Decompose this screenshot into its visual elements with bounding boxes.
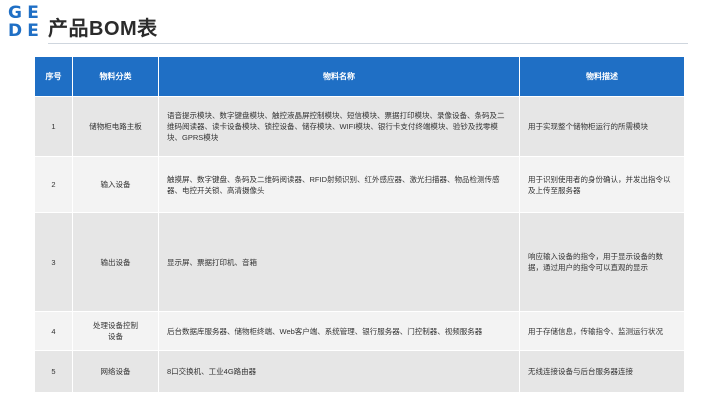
header-desc: 物料描述 bbox=[519, 56, 685, 97]
cell-name: 触摸屏、数字键盘、条码及二维码阅读器、RFID射频识别、红外感应器、激光扫描器、… bbox=[158, 156, 520, 213]
table-header-row: 序号 物料分类 物料名称 物料描述 bbox=[34, 56, 685, 97]
gede-logo: G E D E bbox=[6, 4, 42, 40]
bom-table: 序号 物料分类 物料名称 物料描述 1 储物柜电路主板 语音提示模块、数字键盘模… bbox=[34, 56, 685, 393]
cell-desc: 用于实现整个储物柜运行的所需模块 bbox=[519, 96, 685, 157]
header-no: 序号 bbox=[34, 56, 73, 97]
cell-category: 处理设备控制设备 bbox=[72, 311, 159, 351]
title-divider bbox=[48, 43, 688, 44]
cell-name: 显示屏、票据打印机、音箱 bbox=[158, 212, 520, 312]
cell-category: 输入设备 bbox=[72, 156, 159, 213]
logo-letter: E bbox=[27, 20, 39, 41]
logo-letter: E bbox=[27, 2, 39, 23]
cell-desc: 响应输入设备的指令，用于显示设备的数据，通过用户的指令可以直观的显示 bbox=[519, 212, 685, 312]
header-category: 物料分类 bbox=[72, 56, 159, 97]
cell-category: 输出设备 bbox=[72, 212, 159, 312]
cell-desc: 用于识别使用者的身份确认，并发出指令以及上传至服务器 bbox=[519, 156, 685, 213]
table-row: 4 处理设备控制设备 后台数据库服务器、储物柜终端、Web客户端、系统管理、银行… bbox=[34, 311, 685, 351]
table-row: 5 网络设备 8口交换机、工业4G路由器 无线连接设备与后台服务器连接 bbox=[34, 350, 685, 393]
table-row: 2 输入设备 触摸屏、数字键盘、条码及二维码阅读器、RFID射频识别、红外感应器… bbox=[34, 156, 685, 213]
cell-desc: 无线连接设备与后台服务器连接 bbox=[519, 350, 685, 393]
cell-no: 1 bbox=[34, 96, 73, 157]
table-row: 1 储物柜电路主板 语音提示模块、数字键盘模块、触控液晶屏控制模块、短信模块、票… bbox=[34, 96, 685, 157]
page-title: 产品BOM表 bbox=[48, 18, 158, 40]
cell-desc: 用于存储信息，传输指令、监测运行状况 bbox=[519, 311, 685, 351]
cell-category: 储物柜电路主板 bbox=[72, 96, 159, 157]
table-row: 3 输出设备 显示屏、票据打印机、音箱 响应输入设备的指令，用于显示设备的数据，… bbox=[34, 212, 685, 312]
header-name: 物料名称 bbox=[158, 56, 520, 97]
cell-no: 3 bbox=[34, 212, 73, 312]
cell-name: 后台数据库服务器、储物柜终端、Web客户端、系统管理、银行服务器、门控制器、视频… bbox=[158, 311, 520, 351]
cell-no: 4 bbox=[34, 311, 73, 351]
cell-no: 2 bbox=[34, 156, 73, 213]
logo-letter: D bbox=[7, 20, 23, 41]
cell-category: 网络设备 bbox=[72, 350, 159, 393]
cell-name: 语音提示模块、数字键盘模块、触控液晶屏控制模块、短信模块、票据打印模块、录像设备… bbox=[158, 96, 520, 157]
logo-letter: G bbox=[8, 2, 22, 23]
cell-no: 5 bbox=[34, 350, 73, 393]
cell-name: 8口交换机、工业4G路由器 bbox=[158, 350, 520, 393]
